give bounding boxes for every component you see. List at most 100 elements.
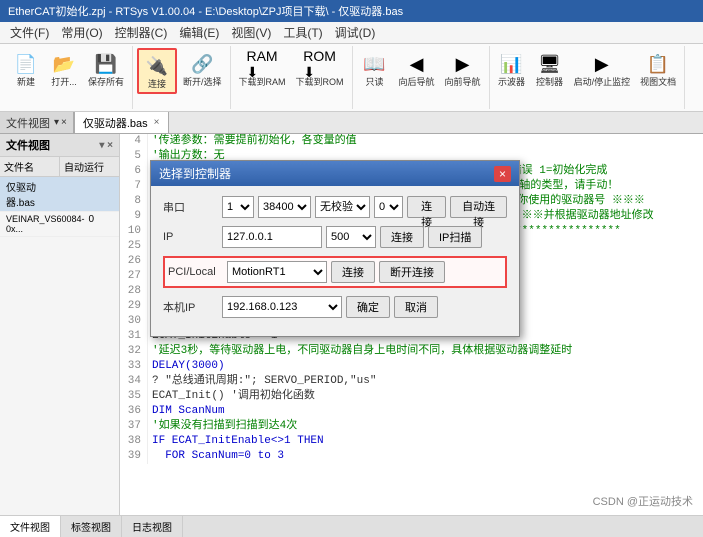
save-label: 保存所有 (88, 78, 124, 88)
line-number: 9 (120, 209, 148, 224)
controller-icon: 🖥 (536, 50, 564, 78)
menu-controller[interactable]: 控制器(C) (109, 22, 174, 43)
status-tab-log[interactable]: 日志视图 (122, 516, 183, 537)
code-line: 33 DELAY(3000) (120, 359, 703, 374)
ribbon-download-ram-button[interactable]: RAM⬇ 下载到RAM (235, 48, 290, 90)
line-number: 33 (120, 359, 148, 374)
tab-file-view[interactable]: 文件视图 ▾ × (0, 112, 74, 133)
tab-file-view-label: 文件视图 (6, 115, 50, 131)
new-icon: 📄 (12, 50, 40, 78)
ip-scan-button[interactable]: IP扫描 (428, 226, 482, 248)
line-number: 28 (120, 284, 148, 299)
ip-port-select[interactable]: 500 (326, 226, 376, 248)
line-content: ? "总线通讯周期:"; SERVO_PERIOD,"us" (152, 374, 376, 389)
ribbon-new-button[interactable]: 📄 新建 (8, 48, 44, 90)
line-number: 35 (120, 389, 148, 404)
line-number: 10 (120, 224, 148, 239)
menu-view[interactable]: 视图(V) (225, 22, 277, 43)
menu-edit[interactable]: 编辑(E) (173, 22, 225, 43)
download-rom-icon: ROM⬇ (306, 50, 334, 78)
line-number: 37 (120, 419, 148, 434)
tab-section-close[interactable]: × (61, 117, 67, 128)
baud-rate-select[interactable]: 38400 (258, 196, 311, 218)
dialog-title-bar: 选择到控制器 × (151, 161, 519, 186)
line-content: FOR ScanNum=0 to 3 (152, 449, 284, 464)
save-icon: 💾 (92, 50, 120, 78)
menu-tools[interactable]: 工具(T) (277, 22, 328, 43)
ribbon-save-button[interactable]: 💾 保存所有 (84, 48, 128, 90)
pci-connect-button[interactable]: 连接 (331, 261, 375, 283)
tab-area: 文件视图 ▾ × 仅驱动器.bas × (0, 112, 703, 134)
line-content: '如果没有扫描到扫描到达4次 (152, 419, 297, 434)
ribbon-download-rom-button[interactable]: ROM⬇ 下载到ROM (292, 48, 348, 90)
tab-section-arrow[interactable]: ▾ (54, 117, 59, 128)
parity-select[interactable]: 无校验 (315, 196, 370, 218)
stop-bits-select[interactable]: 0 (374, 196, 403, 218)
line-number: 36 (120, 404, 148, 419)
nav-back-label: 向后导航 (399, 78, 435, 88)
ribbon-monitor-button[interactable]: ▶ 启动/停止监控 (570, 48, 635, 90)
line-number: 26 (120, 254, 148, 269)
status-bar: 文件视图 标签视图 日志视图 (0, 515, 703, 537)
readonly-icon: 📖 (361, 50, 389, 78)
serial-connect-button[interactable]: 连接 (407, 196, 446, 218)
ribbon-group-file: 📄 新建 📂 打开... 💾 保存所有 (4, 46, 133, 109)
status-tab-file[interactable]: 文件视图 (0, 516, 61, 537)
oscilloscope-label: 示波器 (498, 78, 525, 88)
line-content: DELAY(3000) (152, 359, 225, 374)
line-content: '延迟3秒，等待驱动器上电，不同驱动器自身上电时间不同，具体根据驱动器调整延时 (152, 344, 572, 359)
ribbon-disconnect-button[interactable]: 🔗 断开/选择 (179, 48, 226, 94)
ribbon: 📄 新建 📂 打开... 💾 保存所有 🔌 连接 (0, 44, 703, 112)
file-tree-row-0[interactable]: 仅驱动器.bas (0, 177, 119, 212)
pci-label: PCI/Local (168, 266, 223, 278)
ip-connect-button[interactable]: 连接 (380, 226, 424, 248)
pci-disconnect-button[interactable]: 断开连接 (379, 261, 445, 283)
ribbon-oscilloscope-button[interactable]: 📊 示波器 (494, 48, 530, 90)
connect-label: 连接 (148, 80, 166, 90)
dialog-connect[interactable]: 选择到控制器 × 串口 1 38400 无校验 0 (150, 160, 520, 337)
disconnect-icon: 🔗 (188, 50, 216, 78)
menu-file[interactable]: 文件(F) (4, 22, 55, 43)
serial-port-select[interactable]: 1 (222, 196, 254, 218)
line-number: 39 (120, 449, 148, 464)
line-number: 4 (120, 134, 148, 149)
ribbon-download-buttons: RAM⬇ 下载到RAM ROM⬇ 下载到ROM (235, 48, 348, 90)
ip-address-input[interactable] (222, 226, 322, 248)
readonly-label: 只读 (366, 78, 384, 88)
line-number: 30 (120, 314, 148, 329)
line-number: 31 (120, 329, 148, 344)
ribbon-controller-button[interactable]: 🖥 控制器 (532, 48, 568, 90)
local-ip-select[interactable]: 192.168.0.123 (222, 296, 342, 318)
ribbon-group-download: RAM⬇ 下载到RAM ROM⬇ 下载到ROM (231, 46, 353, 109)
pci-device-select[interactable]: MotionRT1 (227, 261, 327, 283)
line-number: 6 (120, 164, 148, 179)
code-line: 32'延迟3秒，等待驱动器上电，不同驱动器自身上电时间不同，具体根据驱动器调整延… (120, 344, 703, 359)
file-tree-row-1[interactable]: VEINAR_VS60084-0x... 0 (0, 212, 119, 237)
dialog-body: 串口 1 38400 无校验 0 连接 自动连接 (151, 186, 519, 336)
dialog-localip-row: 本机IP 192.168.0.123 确定 取消 (163, 296, 507, 318)
status-tab-label[interactable]: 标签视图 (61, 516, 122, 537)
controller-label: 控制器 (536, 78, 563, 88)
ribbon-readonly-button[interactable]: 📖 只读 (357, 48, 393, 90)
dialog-cancel-button[interactable]: 取消 (394, 296, 438, 318)
tab-file-close[interactable]: × (154, 117, 160, 128)
ribbon-doc-button[interactable]: 📋 视图文档 (636, 48, 680, 90)
menu-debug[interactable]: 调试(D) (329, 22, 382, 43)
code-line: 38IF ECAT_InitEnable<>1 THEN (120, 434, 703, 449)
dialog-close-button[interactable]: × (494, 166, 511, 182)
ip-label: IP (163, 231, 218, 243)
file-tree-header: 文件名 自动运行 (0, 157, 119, 177)
serial-auto-connect-button[interactable]: 自动连接 (450, 196, 507, 218)
oscilloscope-icon: 📊 (498, 50, 526, 78)
dialog-confirm-button[interactable]: 确定 (346, 296, 390, 318)
tab-file-bas[interactable]: 仅驱动器.bas × (74, 112, 169, 133)
dialog-title-text: 选择到控制器 (159, 165, 231, 182)
tab-file-name: 仅驱动器.bas (83, 115, 148, 131)
panel-title-buttons: ▾ × (99, 140, 113, 151)
ribbon-connect-button[interactable]: 🔌 连接 (137, 48, 177, 94)
ribbon-nav-forward-button[interactable]: ▶ 向前导航 (441, 48, 485, 90)
menu-common[interactable]: 常用(O) (55, 22, 108, 43)
ribbon-open-button[interactable]: 📂 打开... (46, 48, 82, 90)
ribbon-nav-back-button[interactable]: ◀ 向后导航 (395, 48, 439, 90)
dialog-pci-row: PCI/Local MotionRT1 连接 断开连接 (163, 256, 507, 288)
